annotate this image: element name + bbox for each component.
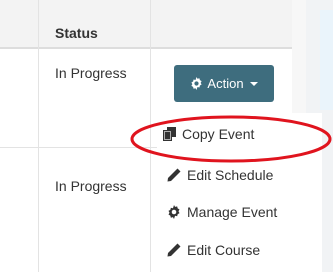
menu-item-label: Copy Event (182, 126, 255, 142)
status-cell: In Progress (55, 65, 127, 81)
menu-item-manage-event[interactable]: Manage Event (167, 201, 277, 223)
pencil-icon (167, 243, 181, 257)
status-cell: In Progress (55, 178, 127, 194)
gear-icon (168, 205, 180, 219)
menu-item-label: Edit Schedule (187, 167, 274, 183)
column-divider (38, 0, 39, 272)
menu-item-copy-event[interactable]: Copy Event (163, 123, 254, 145)
column-divider (150, 0, 151, 272)
side-panel-highlight (320, 10, 333, 110)
action-dropdown-menu: Copy Event Edit Schedule Manage Event Ed… (157, 113, 322, 272)
copy-icon (163, 127, 176, 141)
caret-down-icon (249, 81, 258, 86)
table-header-row: Status (0, 0, 292, 49)
action-dropdown-button[interactable]: Action (174, 65, 274, 102)
menu-item-label: Manage Event (187, 204, 278, 220)
column-header-status[interactable]: Status (55, 25, 98, 41)
gear-icon (191, 77, 203, 90)
action-button-label: Action (207, 76, 244, 91)
menu-item-edit-course[interactable]: Edit Course (167, 239, 260, 261)
menu-item-label: Edit Course (187, 242, 261, 258)
menu-item-edit-schedule[interactable]: Edit Schedule (167, 164, 273, 186)
pencil-icon (167, 168, 181, 182)
